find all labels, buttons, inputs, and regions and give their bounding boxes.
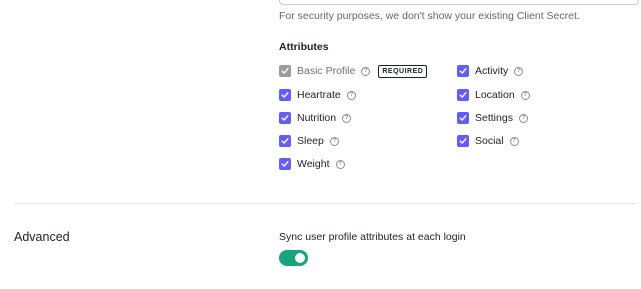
attribute-label: Activity <box>475 65 509 77</box>
checkbox-settings[interactable] <box>457 112 469 124</box>
checkbox-activity[interactable] <box>457 65 469 77</box>
question-circle-icon[interactable]: ? <box>361 66 371 76</box>
attribute-label: Settings <box>475 112 513 124</box>
connection-settings-page: For security purposes, we don't show you… <box>0 0 641 289</box>
attribute-basic-profile[interactable]: Basic Profile ? REQUIRED <box>279 64 428 78</box>
sync-attributes-toggle[interactable] <box>279 250 308 266</box>
attribute-location[interactable]: Location ? <box>457 88 530 102</box>
checkmark-icon <box>281 161 289 167</box>
checkmark-icon <box>459 68 467 74</box>
question-circle-icon[interactable]: ? <box>335 159 345 169</box>
checkbox-location[interactable] <box>457 89 469 101</box>
attribute-label: Sleep <box>297 135 324 147</box>
attributes-heading: Attributes <box>279 41 329 53</box>
checkmark-icon <box>459 92 467 98</box>
question-circle-icon[interactable]: ? <box>518 113 528 123</box>
checkbox-weight[interactable] <box>279 158 291 170</box>
toggle-knob <box>295 253 305 263</box>
attribute-sleep[interactable]: Sleep ? <box>279 134 339 148</box>
attribute-social[interactable]: Social ? <box>457 134 519 148</box>
question-circle-icon[interactable]: ? <box>329 136 339 146</box>
checkmark-icon <box>281 68 289 74</box>
checkbox-nutrition[interactable] <box>279 112 291 124</box>
attribute-label: Basic Profile <box>297 65 356 77</box>
checkbox-social[interactable] <box>457 135 469 147</box>
checkbox-heartrate[interactable] <box>279 89 291 101</box>
attribute-label: Nutrition <box>297 112 337 124</box>
checkmark-icon <box>459 138 467 144</box>
checkbox-sleep[interactable] <box>279 135 291 147</box>
attribute-label: Heartrate <box>297 89 341 101</box>
attribute-heartrate[interactable]: Heartrate ? <box>279 88 356 102</box>
checkmark-icon <box>281 138 289 144</box>
sync-attributes-label: Sync user profile attributes at each log… <box>279 231 466 243</box>
attribute-settings[interactable]: Settings ? <box>457 111 528 125</box>
question-circle-icon[interactable]: ? <box>342 113 352 123</box>
section-divider <box>14 203 636 204</box>
required-badge: REQUIRED <box>378 64 428 78</box>
advanced-section-title: Advanced <box>14 230 70 244</box>
checkmark-icon <box>281 92 289 98</box>
question-circle-icon[interactable]: ? <box>509 136 519 146</box>
client-secret-input[interactable] <box>279 0 639 5</box>
attribute-label: Location <box>475 89 515 101</box>
question-circle-icon[interactable]: ? <box>346 90 356 100</box>
client-secret-hint: For security purposes, we don't show you… <box>279 10 580 22</box>
checkmark-icon <box>459 115 467 121</box>
checkbox-basic-profile[interactable] <box>279 65 291 77</box>
attribute-label: Weight <box>297 158 330 170</box>
attribute-activity[interactable]: Activity ? <box>457 64 524 78</box>
question-circle-icon[interactable]: ? <box>514 66 524 76</box>
question-circle-icon[interactable]: ? <box>520 90 530 100</box>
attribute-label: Social <box>475 135 504 147</box>
attribute-nutrition[interactable]: Nutrition ? <box>279 111 352 125</box>
attribute-weight[interactable]: Weight ? <box>279 157 345 171</box>
checkmark-icon <box>281 115 289 121</box>
